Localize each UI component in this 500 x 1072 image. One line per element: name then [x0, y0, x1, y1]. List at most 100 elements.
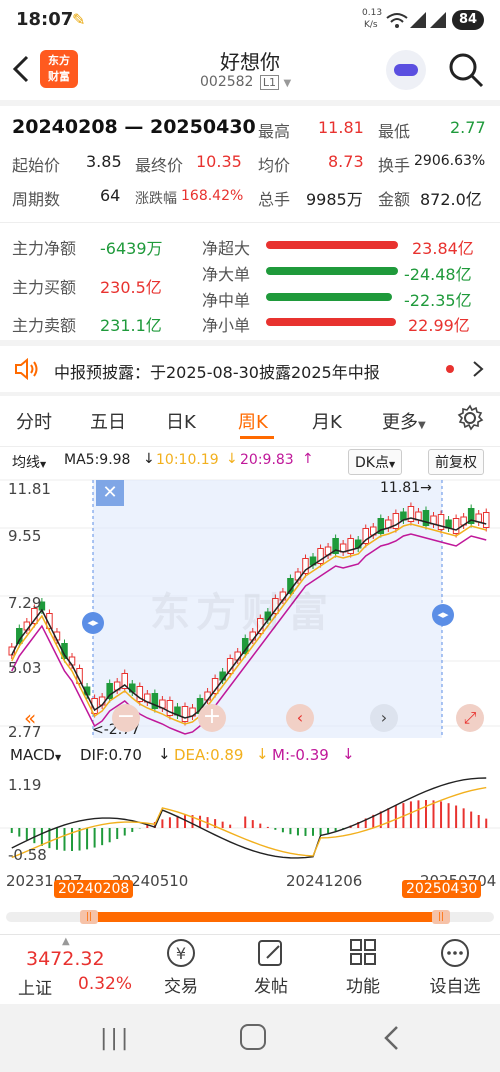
- yuan-icon: ¥: [167, 939, 195, 967]
- indicator-label: 均线: [12, 455, 40, 471]
- x-label-3: 20241206: [286, 872, 363, 890]
- amount-label: 金额: [378, 190, 411, 209]
- caret-up-icon: ▲: [62, 936, 70, 947]
- tab-more-label: 更多: [382, 412, 418, 433]
- trade-button[interactable]: ¥ 交易: [146, 938, 216, 1000]
- net-large-bar: [266, 267, 398, 275]
- index-change: 0.32%: [78, 974, 133, 994]
- dropdown-triangle-icon: ▼: [54, 753, 62, 762]
- tab-more[interactable]: 更多▼: [382, 408, 426, 434]
- high-value: 11.81: [318, 118, 364, 137]
- net-medium-bar: [266, 293, 392, 301]
- main-buy-value: 230.5亿: [100, 278, 162, 297]
- zoom-out-button[interactable]: −: [112, 704, 140, 732]
- watermark-text: 东方财富: [150, 590, 334, 636]
- arrow-down-icon: ↓: [342, 745, 355, 763]
- macd-select[interactable]: MACD▼: [10, 746, 61, 764]
- low-label: 最低: [378, 122, 411, 141]
- dea-label: DEA:0.89: [174, 746, 244, 764]
- macd-toolbar: MACD▼ DIF:0.70 ↓ DEA:0.89 ↓ M:-0.39 ↓: [0, 742, 500, 768]
- index-value: 3472.32: [26, 948, 105, 970]
- robot-assistant-icon[interactable]: [386, 50, 426, 90]
- main-net-label: 主力净额: [12, 239, 77, 258]
- net-xl-label: 净超大: [202, 239, 251, 258]
- dif-line: [11, 777, 487, 859]
- index-quote[interactable]: ▲ 3472.32 上证 0.32%: [0, 936, 140, 1000]
- tab-five-day[interactable]: 五日: [90, 408, 126, 434]
- dropdown-triangle-icon: ▼: [283, 78, 292, 89]
- start-price-value: 3.85: [86, 152, 122, 171]
- net-medium-label: 净中单: [202, 291, 251, 310]
- net-speed-top: 0.13: [362, 8, 383, 18]
- scroll-left-fast-button[interactable]: «: [24, 706, 52, 730]
- add-watchlist-label: 设自选: [429, 977, 481, 997]
- change-pct-label: 涨跌幅: [135, 191, 177, 207]
- ma10-label: 10:10.19: [156, 452, 219, 468]
- date-range: 20240208 — 20250430: [12, 116, 256, 138]
- speaker-icon: [15, 358, 38, 380]
- range-slider-fill: [94, 912, 436, 922]
- scroll-right-button[interactable]: ›: [370, 704, 398, 732]
- low-value: 2.77: [450, 118, 486, 137]
- wifi-icon: [386, 13, 408, 28]
- range-slider-right-handle[interactable]: ||: [432, 910, 450, 924]
- notice-text: 中报预披露：于2025-08-30披露2025年中报: [54, 363, 380, 382]
- chart-toolbar: 均线▼ MA5:9.98 ↓ 10:10.19 ↓ 20:9.83 ↑ DK点▼…: [0, 448, 500, 476]
- y-label-3: 7.29: [8, 594, 42, 612]
- range-slider-left-handle[interactable]: ||: [80, 910, 98, 924]
- scroll-left-button[interactable]: ‹: [286, 704, 314, 732]
- periods-value: 64: [100, 186, 121, 205]
- adjust-button[interactable]: 前复权: [428, 449, 484, 475]
- arrow-down-icon: ↓: [158, 745, 171, 763]
- tab-monthly-k[interactable]: 月K: [312, 408, 342, 434]
- candle-body: [482, 512, 490, 528]
- tab-intraday[interactable]: 分时: [16, 408, 52, 434]
- header: 东方 财富 好想你 002582 L1 ▼: [0, 40, 500, 100]
- bottom-bar-separator: [0, 934, 500, 935]
- functions-button[interactable]: 功能: [328, 938, 398, 1000]
- tabs-bottom-line: [0, 446, 500, 447]
- arrow-up-icon: ↑: [302, 451, 314, 467]
- notice-bar[interactable]: 中报预披露：于2025-08-30披露2025年中报: [0, 346, 500, 392]
- add-watchlist-button[interactable]: 设自选: [418, 938, 492, 1000]
- y-label-top: 11.81: [8, 480, 51, 498]
- section-divider-line: [0, 222, 500, 223]
- dif-label: DIF:0.70: [80, 746, 142, 764]
- status-time: 18:07: [16, 9, 74, 30]
- stock-code: 002582: [200, 74, 254, 90]
- back-icon[interactable]: [382, 1024, 400, 1052]
- active-tab-underline: [240, 436, 274, 439]
- signal-icon-1: [410, 12, 426, 28]
- stock-code-row[interactable]: 002582 L1 ▼: [200, 74, 310, 90]
- post-button[interactable]: 发帖: [236, 938, 306, 1000]
- macd-label: MACD: [10, 746, 55, 764]
- fund-flow-panel: 主力净额 -6439万 主力买额 230.5亿 主力卖额 231.1亿 净超大 …: [0, 225, 500, 340]
- dk-point-button[interactable]: DK点▼: [348, 449, 403, 475]
- recent-apps-icon[interactable]: |||: [100, 1026, 131, 1051]
- dropdown-triangle-icon: ▼: [40, 460, 47, 469]
- main-sell-value: 231.1亿: [100, 316, 162, 335]
- level-badge: L1: [259, 75, 280, 90]
- macd-chart[interactable]: [0, 768, 500, 868]
- tab-daily-k[interactable]: 日K: [166, 408, 196, 434]
- zoom-in-button[interactable]: +: [198, 704, 226, 732]
- ma5-label: MA5:9.98: [64, 452, 131, 468]
- fullscreen-icon[interactable]: ⤢: [456, 704, 484, 732]
- total-volume-value: 9985万: [306, 190, 363, 209]
- candle-body: [226, 658, 234, 674]
- left-range-handle[interactable]: ◂▸: [82, 612, 104, 634]
- indicator-select[interactable]: 均线▼: [12, 452, 46, 472]
- end-price-label: 最终价: [135, 156, 184, 175]
- summary-panel: 20240208 — 20250430 最高 11.81 最低 2.77 起始价…: [0, 106, 500, 220]
- tab-weekly-k[interactable]: 周K: [238, 408, 268, 434]
- max-price-value: 11.81: [380, 480, 421, 496]
- home-icon[interactable]: [240, 1024, 266, 1050]
- dropdown-triangle-icon: ▼: [418, 420, 426, 431]
- index-name: 上证: [18, 979, 52, 999]
- candle-body: [106, 683, 113, 699]
- close-selection-button[interactable]: ✕: [96, 480, 124, 506]
- net-speed-bottom: K/s: [364, 20, 378, 30]
- gear-icon[interactable]: [456, 404, 484, 432]
- right-range-handle[interactable]: ◂▸: [432, 604, 454, 626]
- search-icon[interactable]: [448, 52, 484, 88]
